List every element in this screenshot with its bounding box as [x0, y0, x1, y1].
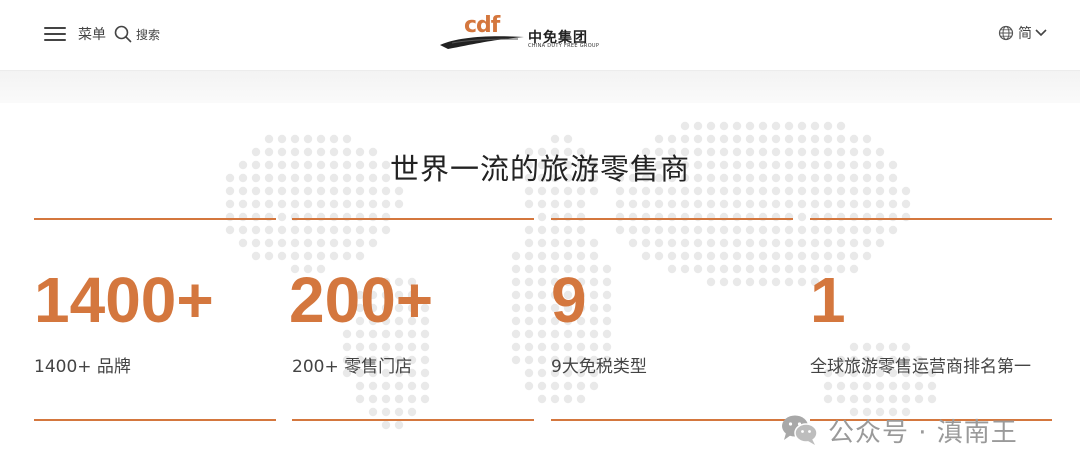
search-label: 搜索: [136, 27, 161, 42]
language-label: 简: [1018, 26, 1032, 42]
logo-name-en: CHINA DUTY FREE GROUP: [528, 43, 600, 49]
wechat-watermark: 公众号 · 滇南王: [780, 412, 1018, 448]
stat-bottom-rule: [34, 419, 276, 421]
stat-bottom-rule: [292, 419, 534, 421]
stat-number-brands: 1400+: [34, 264, 214, 336]
watermark-text: 公众号 · 滇南王: [828, 417, 1018, 448]
stat-top-rule: [292, 218, 534, 220]
stat-label-stores: 200+ 零售门店: [292, 357, 413, 377]
stat-top-rule: [810, 218, 1052, 220]
logo-mark-text: cdf: [464, 13, 500, 38]
globe-icon: [998, 25, 1014, 41]
stat-number-rank: 1: [810, 264, 846, 336]
language-switcher[interactable]: 简: [998, 22, 1048, 44]
stat-number-types: 9: [551, 264, 587, 336]
stat-top-rule: [34, 218, 276, 220]
stat-label-types: 9大免税类型: [551, 357, 647, 377]
stat-top-rule: [551, 218, 793, 220]
search-button[interactable]: 搜索: [114, 22, 160, 46]
menu-label: 菜单: [78, 27, 106, 43]
search-icon: [114, 25, 132, 43]
site-header: 菜单 搜索 cdf 中免集团 CHINA DUTY FREE GROUP 简: [0, 0, 1080, 71]
wechat-icon: [782, 415, 818, 445]
stat-label-brands: 1400+ 品牌: [34, 357, 131, 377]
header-shadow-band: [0, 71, 1080, 103]
stat-number-stores: 200+: [289, 264, 434, 336]
section-title: 世界一流的旅游零售商: [389, 152, 690, 186]
cdf-logo[interactable]: cdf 中免集团 CHINA DUTY FREE GROUP: [438, 13, 600, 55]
menu-icon: [44, 26, 66, 42]
chevron-down-icon: [1035, 29, 1047, 37]
menu-button[interactable]: 菜单: [44, 22, 106, 46]
stat-bottom-rule: [551, 419, 793, 421]
stat-label-rank: 全球旅游零售运营商排名第一: [810, 357, 1031, 377]
